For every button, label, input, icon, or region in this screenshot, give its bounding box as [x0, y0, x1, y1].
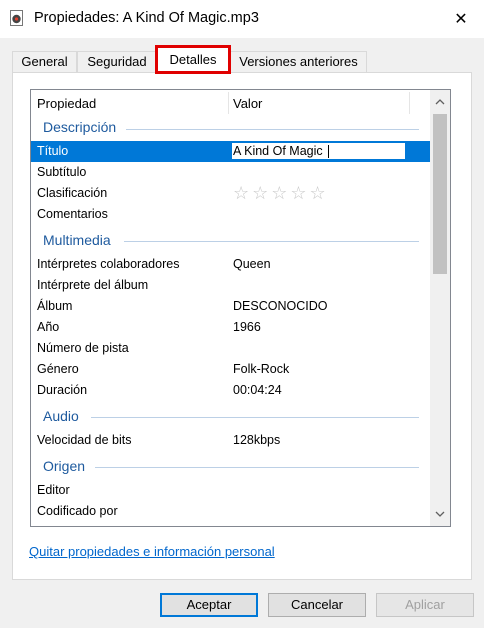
- rating-stars-icon[interactable]: ☆☆☆☆☆: [233, 183, 329, 204]
- row-key: Título: [37, 144, 69, 158]
- column-header-value[interactable]: Valor: [233, 90, 262, 117]
- section-divider: [91, 417, 419, 418]
- section-descripcion: Descripción: [43, 119, 117, 135]
- row-album[interactable]: Álbum DESCONOCIDO: [31, 296, 431, 317]
- row-editor[interactable]: Editor: [31, 480, 431, 501]
- row-interprete-album[interactable]: Intérprete del álbum: [31, 275, 431, 296]
- section-origen: Origen: [43, 458, 86, 474]
- section-audio: Audio: [43, 408, 79, 424]
- row-key: Número de pista: [37, 341, 129, 355]
- row-key: Comentarios: [37, 207, 108, 221]
- row-key: Año: [37, 320, 60, 334]
- row-key: Editor: [37, 483, 70, 497]
- remove-properties-link[interactable]: Quitar propiedades e información persona…: [29, 544, 275, 559]
- row-numero-pista[interactable]: Número de pista: [31, 338, 431, 359]
- row-key: Género: [37, 362, 79, 376]
- row-anio[interactable]: Año 1966: [31, 317, 431, 338]
- scrollbar-thumb[interactable]: [433, 114, 447, 274]
- column-header-property[interactable]: Propiedad: [37, 90, 96, 117]
- row-codificado-por[interactable]: Codificado por: [31, 501, 431, 522]
- cancel-button[interactable]: Cancelar: [268, 593, 366, 617]
- row-key: Duración: [37, 383, 88, 397]
- section-multimedia: Multimedia: [43, 232, 111, 248]
- row-titulo[interactable]: Título A Kind Of Magic: [31, 141, 431, 162]
- row-velocidad-bits[interactable]: Velocidad de bits 128kbps: [31, 430, 431, 451]
- title-edit-field[interactable]: A Kind Of Magic: [231, 142, 406, 160]
- tab-highlight-box: [155, 45, 231, 74]
- row-key: Clasificación: [37, 186, 108, 200]
- chevron-up-icon: [435, 99, 445, 105]
- row-value: 00:04:24: [233, 383, 282, 397]
- row-value: 1966: [233, 320, 261, 334]
- row-key: Intérpretes colaboradores: [37, 257, 180, 271]
- close-icon: ✕: [454, 11, 468, 28]
- row-duracion[interactable]: Duración 00:04:24: [31, 380, 431, 401]
- scroll-down-button[interactable]: [430, 504, 450, 524]
- scroll-up-button[interactable]: [430, 92, 450, 112]
- apply-button[interactable]: Aplicar: [376, 593, 474, 617]
- row-subtitulo[interactable]: Subtítulo: [31, 162, 431, 183]
- column-divider[interactable]: [409, 92, 410, 114]
- close-button[interactable]: ✕: [438, 0, 484, 38]
- row-key: Velocidad de bits: [37, 433, 132, 447]
- row-key: Intérprete del álbum: [37, 278, 149, 292]
- row-value: 128kbps: [233, 433, 281, 447]
- tab-general[interactable]: General: [12, 51, 77, 72]
- row-value: Folk-Rock: [233, 362, 290, 376]
- row-clasificacion[interactable]: Clasificación ☆☆☆☆☆: [31, 183, 431, 204]
- row-key: Subtítulo: [37, 165, 87, 179]
- tab-versiones-anteriores[interactable]: Versiones anteriores: [230, 51, 367, 72]
- window-title: Propiedades: A Kind Of Magic.mp3: [34, 10, 259, 26]
- row-value: DESCONOCIDO: [233, 299, 328, 313]
- chevron-down-icon: [435, 511, 445, 517]
- tab-seguridad[interactable]: Seguridad: [77, 51, 157, 72]
- audio-file-icon: [9, 10, 25, 26]
- section-divider: [126, 129, 419, 130]
- section-divider: [124, 241, 419, 242]
- text-caret: [328, 145, 329, 158]
- column-divider[interactable]: [228, 92, 229, 114]
- row-genero[interactable]: Género Folk-Rock: [31, 359, 431, 380]
- row-interpretes[interactable]: Intérpretes colaboradores Queen: [31, 254, 431, 275]
- properties-list[interactable]: Propiedad Valor Descripción Título A Kin…: [30, 89, 451, 527]
- row-value: Queen: [233, 257, 271, 271]
- row-key: Álbum: [37, 299, 73, 313]
- row-comentarios[interactable]: Comentarios: [31, 204, 431, 225]
- row-key: Codificado por: [37, 504, 118, 518]
- section-divider: [95, 467, 419, 468]
- ok-button[interactable]: Aceptar: [160, 593, 258, 617]
